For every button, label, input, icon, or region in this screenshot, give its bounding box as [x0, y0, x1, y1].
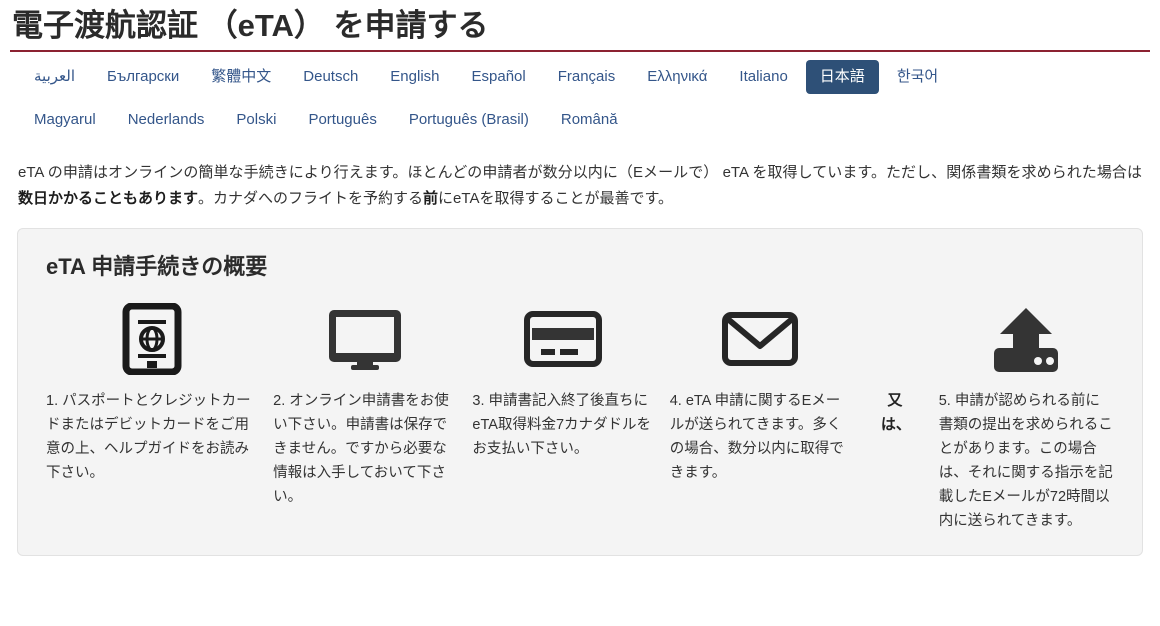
upload-icon [994, 308, 1059, 372]
lang-link-korean[interactable]: 한국어 [883, 60, 952, 94]
step-2-text: 2. オンライン申請書をお使い下さい。申請書は保存できません。ですから必要な情報… [273, 393, 449, 505]
step-item-4: 4. eTA 申請に関するEメールが送られてきます。多くの場合、数分以内に取得で… [662, 301, 859, 485]
step-item-3: 3. 申請書記入終了後直ちにeTA取得料金7カナダドルをお支払い下さい。 [464, 301, 661, 461]
step-1-text: 1. パスポートとクレジットカードまたはデビットカードをご用意の上、ヘルプガイド… [46, 393, 251, 481]
lang-link-dutch[interactable]: Nederlands [114, 103, 219, 137]
lang-link-italian[interactable]: Italiano [725, 60, 801, 94]
lang-link-chinese-traditional[interactable]: 繁體中文 [197, 60, 285, 94]
lang-link-french[interactable]: Français [544, 60, 630, 94]
step-4-icon-wrap [670, 301, 851, 377]
process-overview-panel: eTA 申請手続きの概要 1. パスポートとクレジットカードまたはデビットカード [17, 228, 1143, 556]
intro-text-part2: 。カナダへのフライトを予約する [198, 190, 424, 207]
step-3-text: 3. 申請書記入終了後直ちにeTA取得料金7カナダドルをお支払い下さい。 [472, 393, 652, 457]
or-separator: 又は、 [859, 301, 931, 437]
envelope-icon [722, 312, 799, 366]
page-title: 電子渡航認証 （eTA） を申請する [12, 8, 489, 43]
step-2-icon-wrap [273, 301, 456, 377]
page-root: 電子渡航認証 （eTA） を申請する العربية Български 繁體中… [0, 6, 1160, 556]
lang-link-hungarian[interactable]: Magyarul [20, 103, 110, 137]
lang-link-portuguese[interactable]: Português [294, 103, 390, 137]
intro-bold-before: 前 [423, 190, 439, 207]
steps-container: 1. パスポートとクレジットカードまたはデビットカードをご用意の上、ヘルプガイド… [38, 301, 1122, 533]
step-item-5: 5. 申請が認められる前に書類の提出を求められることがあります。この場合は、それ… [931, 301, 1122, 533]
step-item-2: 2. オンライン申請書をお使い下さい。申請書は保存できません。ですから必要な情報… [265, 301, 464, 509]
step-5-icon-wrap [939, 301, 1114, 377]
language-nav-row2: Magyarul Nederlands Polski Português Por… [10, 102, 1150, 138]
title-divider [10, 50, 1150, 52]
or-separator-label: 又は、 [880, 392, 911, 433]
panel-title: eTA 申請手続きの概要 [46, 254, 268, 279]
step-4-text: 4. eTA 申請に関するEメールが送られてきます。多くの場合、数分以内に取得で… [669, 393, 844, 481]
lang-link-romanian[interactable]: Română [547, 103, 632, 137]
lang-link-japanese-active[interactable]: 日本語 [805, 60, 879, 94]
step-1-icon-wrap [46, 301, 257, 377]
step-5-text: 5. 申請が認められる前に書類の提出を求められることがあります。この場合は、それ… [938, 393, 1113, 529]
intro-paragraph: eTA の申請はオンラインの簡単な手続きにより行えます。ほとんどの申請者が数分以… [18, 160, 1142, 212]
credit-card-icon [524, 311, 603, 367]
intro-bold-days: 数日かかることもあります [18, 190, 199, 207]
lang-link-arabic[interactable]: العربية [20, 60, 89, 94]
step-item-1: 1. パスポートとクレジットカードまたはデビットカードをご用意の上、ヘルプガイド… [38, 301, 265, 485]
lang-link-english[interactable]: English [376, 60, 453, 94]
monitor-icon [328, 310, 401, 370]
lang-link-greek[interactable]: Ελληνικά [633, 60, 721, 94]
lang-link-bulgarian[interactable]: Български [93, 60, 193, 94]
lang-link-polish[interactable]: Polski [222, 103, 290, 137]
language-nav: العربية Български 繁體中文 Deutsch English E… [10, 59, 1150, 95]
lang-link-german[interactable]: Deutsch [289, 60, 372, 94]
passport-icon [122, 303, 182, 375]
lang-link-spanish[interactable]: Español [458, 60, 540, 94]
step-3-icon-wrap [472, 301, 653, 377]
intro-text-part3: にeTAを取得することが最善です。 [438, 190, 673, 207]
lang-link-portuguese-brazil[interactable]: Português (Brasil) [395, 103, 543, 137]
intro-text-part1: eTA の申請はオンラインの簡単な手続きにより行えます。ほとんどの申請者が数分以… [18, 164, 1142, 181]
